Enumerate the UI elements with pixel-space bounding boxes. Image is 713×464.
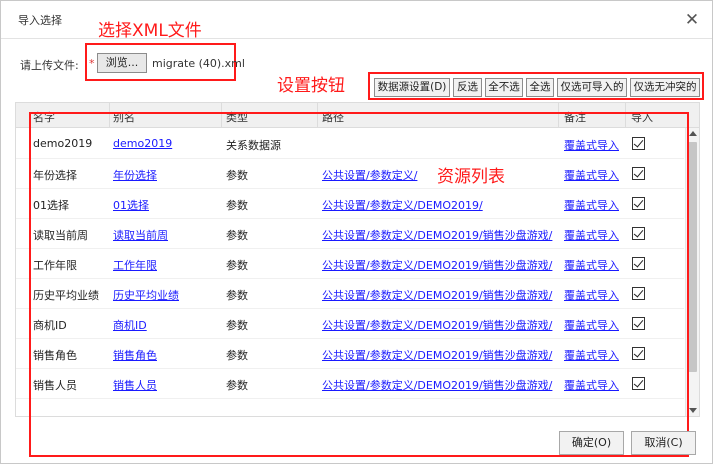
required-mark: * [89,57,95,70]
select-all-button[interactable]: 全选 [526,78,554,97]
invert-selection-button[interactable]: 反选 [453,78,482,97]
annotation-select-xml: 选择XML文件 [98,21,202,41]
scroll-thumb[interactable] [688,142,697,372]
select-none-button[interactable]: 全不选 [485,78,523,97]
cancel-button[interactable]: 取消(C) [631,431,696,455]
close-icon[interactable]: ✕ [682,10,702,30]
scroll-up-icon[interactable] [689,131,697,136]
selected-filename: migrate (40).xml [152,57,245,70]
dialog-title: 导入选择 [18,14,62,27]
select-importable-button[interactable]: 仅选可导入的 [557,78,627,97]
browse-button[interactable]: 浏览... [97,53,147,73]
select-no-conflict-button[interactable]: 仅选无冲突的 [630,78,700,97]
scroll-down-icon[interactable] [689,408,697,413]
import-selection-dialog: 导入选择 ✕ 选择XML文件 请上传文件: * 浏览... migrate (4… [0,0,713,464]
annotation-box-list [29,112,689,457]
datasource-settings-button[interactable]: 数据源设置(D) [374,78,450,97]
ok-button[interactable]: 确定(O) [559,431,624,455]
upload-label: 请上传文件: [20,59,79,72]
annotation-set-buttons: 设置按钮 [277,76,345,96]
